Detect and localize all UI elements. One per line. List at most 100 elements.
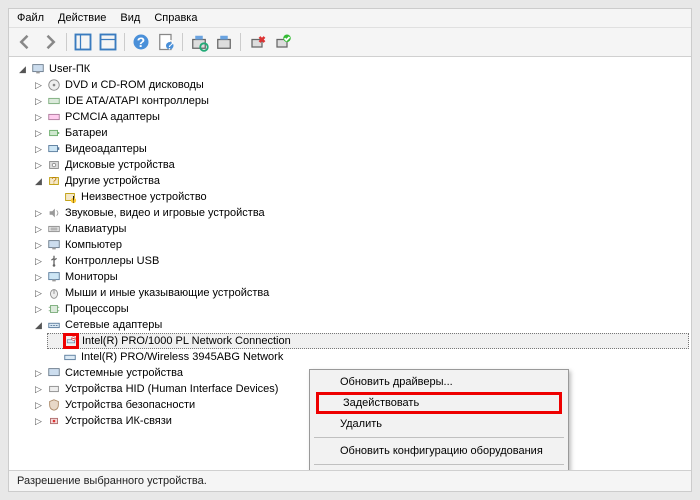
collapse-icon[interactable]: ◢ <box>33 320 44 331</box>
help-topics-button[interactable]: ? <box>155 31 177 53</box>
tree-label: Устройства безопасности <box>65 399 195 411</box>
tree-label: Клавиатуры <box>65 223 126 235</box>
system-device-icon <box>46 365 62 381</box>
tree-item-disk[interactable]: ▷Дисковые устройства <box>31 157 689 173</box>
properties-button[interactable] <box>97 31 119 53</box>
display-adapter-icon <box>46 141 62 157</box>
expand-icon[interactable]: ▷ <box>33 144 44 155</box>
tree-item-battery[interactable]: ▷ Батареи <box>31 125 689 141</box>
tree-label: Устройства ИК-связи <box>65 415 172 427</box>
tree-item-sound[interactable]: ▷Звуковые, видео и игровые устройства <box>31 205 689 221</box>
controller-icon <box>46 93 62 109</box>
tree-child-nic-selected[interactable]: Intel(R) PRO/1000 PL Network Connection <box>47 333 689 349</box>
expand-icon[interactable]: ▷ <box>33 304 44 315</box>
tree-label: Устройства HID (Human Interface Devices) <box>65 383 278 395</box>
update-driver-button[interactable] <box>213 31 235 53</box>
disk-icon <box>46 157 62 173</box>
tree-label: PCMCIA адаптеры <box>65 111 160 123</box>
expand-icon[interactable]: ▷ <box>33 208 44 219</box>
context-separator <box>314 464 564 465</box>
device-manager-window: Файл Действие Вид Справка ? ? ◢ User- <box>8 8 692 492</box>
tree-label: Видеоадаптеры <box>65 143 147 155</box>
context-refresh-config[interactable]: Обновить конфигурацию оборудования <box>312 441 566 461</box>
scan-hardware-button[interactable] <box>188 31 210 53</box>
help-button[interactable]: ? <box>130 31 152 53</box>
tree-item-monitor[interactable]: ▷ Мониторы <box>31 269 689 285</box>
expand-icon[interactable]: ▷ <box>33 384 44 395</box>
tree-item-network[interactable]: ◢ Сетевые адаптеры <box>31 317 689 333</box>
collapse-icon[interactable]: ◢ <box>17 64 28 75</box>
tree-item-pcmcia[interactable]: ▷ PCMCIA адаптеры <box>31 109 689 125</box>
tree-label: DVD и CD-ROM дисководы <box>65 79 204 91</box>
menubar: Файл Действие Вид Справка <box>9 9 691 28</box>
expand-icon[interactable]: ▷ <box>33 224 44 235</box>
show-hide-tree-button[interactable] <box>72 31 94 53</box>
expand-icon[interactable]: ▷ <box>33 416 44 427</box>
tree-child-unknown[interactable]: !Неизвестное устройство <box>47 189 689 205</box>
expand-icon[interactable]: ▷ <box>33 400 44 411</box>
forward-button[interactable] <box>39 31 61 53</box>
expand-icon[interactable]: ▷ <box>33 128 44 139</box>
tree-label: Компьютер <box>65 239 122 251</box>
expand-icon[interactable]: ▷ <box>33 288 44 299</box>
expand-icon[interactable]: ▷ <box>33 96 44 107</box>
tree-item-other[interactable]: ◢?Другие устройства <box>31 173 689 189</box>
cpu-icon <box>46 301 62 317</box>
toolbar-separator <box>124 33 125 51</box>
tree-label: IDE ATA/ATAPI контроллеры <box>65 95 209 107</box>
toolbar-separator <box>182 33 183 51</box>
tree-item-keyboard[interactable]: ▷ Клавиатуры <box>31 221 689 237</box>
expand-icon[interactable]: ▷ <box>33 160 44 171</box>
tree-item-usb[interactable]: ▷Контроллеры USB <box>31 253 689 269</box>
uninstall-button[interactable] <box>246 31 268 53</box>
menu-view[interactable]: Вид <box>120 12 140 24</box>
tree-root[interactable]: ◢ User-ПК <box>15 61 689 77</box>
menu-help[interactable]: Справка <box>154 12 197 24</box>
tree-label: Мониторы <box>65 271 118 283</box>
tree-label: Процессоры <box>65 303 129 315</box>
keyboard-icon <box>46 221 62 237</box>
toolbar: ? ? <box>9 28 691 57</box>
tree-item-computer[interactable]: ▷ Компьютер <box>31 237 689 253</box>
tree-item-cpu[interactable]: ▷ Процессоры <box>31 301 689 317</box>
battery-icon <box>46 125 62 141</box>
context-update-drivers[interactable]: Обновить драйверы... <box>312 372 566 392</box>
menu-action[interactable]: Действие <box>58 12 106 24</box>
expand-icon[interactable]: ▷ <box>33 112 44 123</box>
tree-root-label: User-ПК <box>49 63 90 75</box>
tree-item-mouse[interactable]: ▷Мыши и иные указывающие устройства <box>31 285 689 301</box>
tree-item-dvd[interactable]: ▷ DVD и CD-ROM дисководы <box>31 77 689 93</box>
expand-icon[interactable]: ▷ <box>33 368 44 379</box>
collapse-icon[interactable]: ◢ <box>33 176 44 187</box>
context-enable[interactable]: Задействовать <box>316 392 562 414</box>
status-text: Разрешение выбранного устройства. <box>17 475 207 487</box>
usb-icon <box>46 253 62 269</box>
expand-icon[interactable]: ▷ <box>33 240 44 251</box>
card-icon <box>46 109 62 125</box>
expand-icon[interactable]: ▷ <box>33 272 44 283</box>
tree-item-video[interactable]: ▷ Видеоадаптеры <box>31 141 689 157</box>
network-icon <box>46 317 62 333</box>
expand-icon[interactable]: ▷ <box>33 256 44 267</box>
computer-icon <box>46 237 62 253</box>
infrared-icon <box>46 413 62 429</box>
menu-file[interactable]: Файл <box>17 12 44 24</box>
svg-text:?: ? <box>137 35 145 50</box>
back-button[interactable] <box>14 31 36 53</box>
device-tree[interactable]: ◢ User-ПК ▷ DVD и CD-ROM дисководы ▷ IDE A… <box>9 57 691 470</box>
context-properties[interactable]: Свойства <box>312 468 566 470</box>
expand-icon[interactable]: ▷ <box>33 80 44 91</box>
tree-label: Сетевые адаптеры <box>65 319 162 331</box>
tree-child-wifi[interactable]: Intel(R) PRO/Wireless 3945ABG Network <box>47 349 689 365</box>
statusbar: Разрешение выбранного устройства. <box>9 470 691 491</box>
computer-icon <box>30 61 46 77</box>
tree-label: Батареи <box>65 127 108 139</box>
tree-label: Неизвестное устройство <box>81 191 207 203</box>
unknown-device-icon: ! <box>62 189 78 205</box>
enable-button[interactable] <box>271 31 293 53</box>
tree-label: Другие устройства <box>65 175 160 187</box>
svg-text:?: ? <box>166 38 174 53</box>
monitor-icon <box>46 269 62 285</box>
tree-item-ide[interactable]: ▷ IDE ATA/ATAPI контроллеры <box>31 93 689 109</box>
context-delete[interactable]: Удалить <box>312 414 566 434</box>
